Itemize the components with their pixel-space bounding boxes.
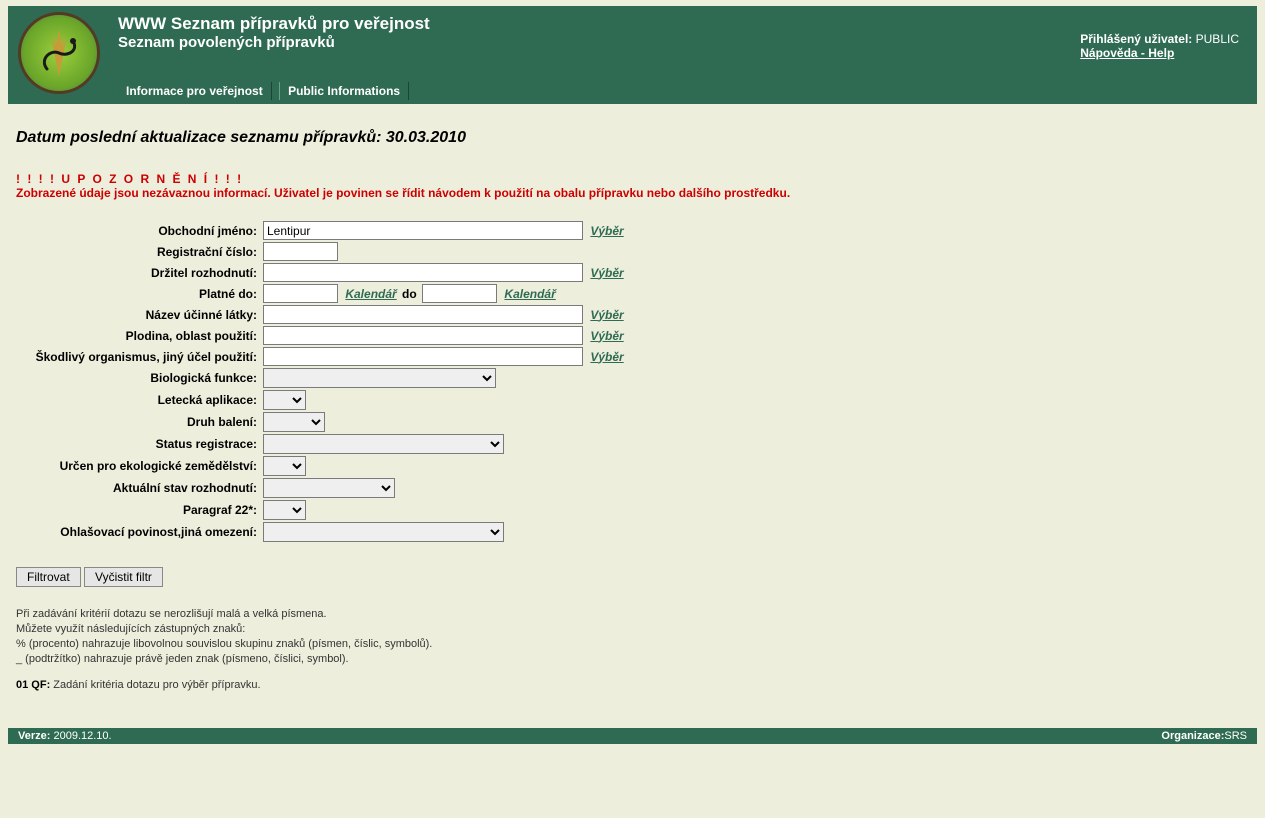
footer-version-value: 2009.12.10. — [53, 730, 111, 742]
select-paragraf[interactable] — [263, 500, 306, 520]
vyber-plodina[interactable]: Výběr — [590, 329, 623, 343]
logged-user-value: PUBLIC — [1196, 32, 1239, 46]
select-status[interactable] — [263, 434, 504, 454]
agency-logo — [18, 12, 100, 94]
nav-public-info-en[interactable]: Public Informations — [279, 82, 409, 100]
date-separator: do — [402, 287, 417, 301]
input-platne-do-from[interactable] — [263, 284, 338, 303]
warning-text: Zobrazené údaje jsou nezávaznou informac… — [16, 186, 1249, 200]
page-title: WWW Seznam přípravků pro veřejnost — [18, 14, 1247, 34]
label-bio-funkce: Biologická funkce: — [16, 367, 261, 389]
select-ohlasovaci[interactable] — [263, 522, 504, 542]
footer-bar: Verze: 2009.12.10. Organizace:SRS — [8, 728, 1257, 744]
qf-text: Zadání kritéria dotazu pro výběr příprav… — [50, 679, 260, 691]
select-letecka[interactable] — [263, 390, 306, 410]
label-stav: Aktuální stav rozhodnutí: — [16, 477, 261, 499]
label-drzitel: Držitel rozhodnutí: — [16, 262, 261, 283]
label-skodlivy: Škodlivý organismus, jiný účel použití: — [16, 346, 261, 367]
nav-public-info-cs[interactable]: Informace pro veřejnost — [118, 82, 272, 100]
input-platne-do-to[interactable] — [422, 284, 497, 303]
label-eko: Určen pro ekologické zemědělství: — [16, 455, 261, 477]
filter-form: Obchodní jméno: Výběr Registrační číslo:… — [16, 220, 626, 543]
qf-label: 01 QF: — [16, 679, 50, 691]
label-status: Status registrace: — [16, 433, 261, 455]
help-line-1: Při zadávání kritérií dotazu se nerozliš… — [16, 607, 1249, 622]
input-obchodni-jmeno[interactable] — [263, 221, 583, 240]
help-line-2: Můžete využít následujících zástupných z… — [16, 622, 1249, 637]
vyber-obchodni-jmeno[interactable]: Výběr — [590, 224, 623, 238]
logged-user-label: Přihlášený uživatel: — [1080, 32, 1192, 46]
kalendar-from[interactable]: Kalendář — [345, 287, 396, 301]
label-letecka: Letecká aplikace: — [16, 389, 261, 411]
help-text-block: Při zadávání kritérií dotazu se nerozliš… — [16, 607, 1249, 693]
footer-org-label: Organizace: — [1161, 730, 1224, 742]
footer-version-label: Verze: — [18, 730, 53, 742]
footer-org-value: SRS — [1224, 730, 1247, 742]
kalendar-to[interactable]: Kalendář — [504, 287, 555, 301]
filter-button[interactable]: Filtrovat — [16, 567, 81, 587]
input-plodina[interactable] — [263, 326, 583, 345]
last-update-line: Datum poslední aktualizace seznamu přípr… — [16, 129, 1249, 147]
main-nav: Informace pro veřejnost Public Informati… — [118, 82, 1247, 100]
select-balen[interactable] — [263, 412, 325, 432]
warning-title: ! ! ! ! U P O Z O R N Ě N Í ! ! ! — [16, 172, 1249, 186]
label-registracni-cislo: Registrační číslo: — [16, 241, 261, 262]
label-balen: Druh balení: — [16, 411, 261, 433]
wheat-snake-icon — [29, 23, 89, 83]
warning-block: ! ! ! ! U P O Z O R N Ě N Í ! ! ! Zobraz… — [16, 172, 1249, 200]
input-skodlivy[interactable] — [263, 347, 583, 366]
input-nazev-latky[interactable] — [263, 305, 583, 324]
vyber-drzitel[interactable]: Výběr — [590, 266, 623, 280]
label-nazev-latky: Název účinné látky: — [16, 304, 261, 325]
label-obchodni-jmeno: Obchodní jméno: — [16, 220, 261, 241]
label-platne-do: Platné do: — [16, 283, 261, 304]
vyber-skodlivy[interactable]: Výběr — [590, 350, 623, 364]
app-header: WWW Seznam přípravků pro veřejnost Sezna… — [8, 6, 1257, 104]
page-subtitle: Seznam povolených přípravků — [18, 34, 1247, 51]
select-stav[interactable] — [263, 478, 395, 498]
help-line-4: _ (podtržítko) nahrazuje právě jeden zna… — [16, 652, 1249, 667]
label-ohlasovaci: Ohlašovací povinost,jiná omezení: — [16, 521, 261, 543]
input-registracni-cislo[interactable] — [263, 242, 338, 261]
clear-filter-button[interactable]: Vyčistit filtr — [84, 567, 163, 587]
vyber-nazev-latky[interactable]: Výběr — [590, 308, 623, 322]
label-plodina: Plodina, oblast použití: — [16, 325, 261, 346]
select-bio-funkce[interactable] — [263, 368, 496, 388]
main-content: Datum poslední aktualizace seznamu přípr… — [8, 114, 1257, 703]
help-link[interactable]: Nápověda - Help — [1080, 46, 1174, 60]
label-paragraf: Paragraf 22*: — [16, 499, 261, 521]
input-drzitel[interactable] — [263, 263, 583, 282]
help-line-3: % (procento) nahrazuje libovolnou souvis… — [16, 637, 1249, 652]
select-eko[interactable] — [263, 456, 306, 476]
